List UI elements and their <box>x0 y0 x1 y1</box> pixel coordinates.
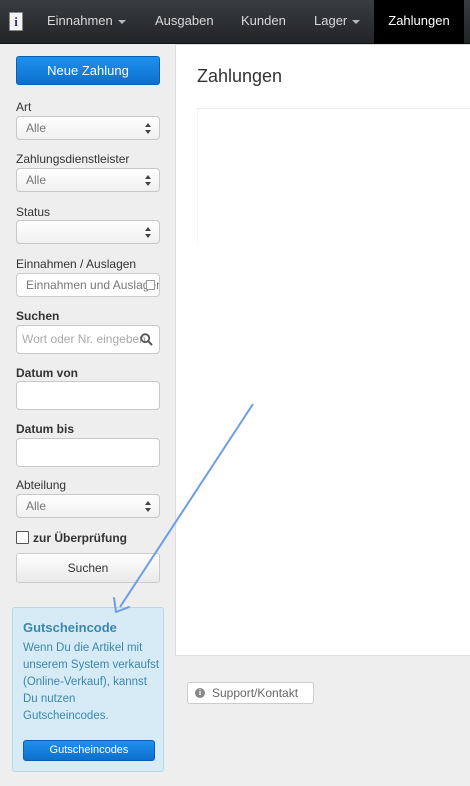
art-label: Art <box>16 100 32 114</box>
nav-item-lager[interactable]: Lager <box>314 0 361 44</box>
department-select[interactable]: Alle <box>16 494 160 518</box>
main-panel: Zahlungen <box>175 44 470 656</box>
payments-content-area <box>197 108 470 243</box>
date-to-input[interactable] <box>16 438 160 467</box>
nav-item-kunden[interactable]: Kunden <box>241 0 286 44</box>
income-expense-select[interactable]: Einnahmen und Auslagen <box>16 273 160 297</box>
income-expense-select-value: Einnahmen und Auslagen <box>26 278 160 292</box>
search-button[interactable]: Suchen <box>16 553 160 583</box>
page-title: Zahlungen <box>197 66 283 86</box>
nav-item-label: Lager <box>314 13 348 28</box>
promo-text: Wenn Du die Artikel mit unserem System v… <box>23 642 160 722</box>
caret-down-icon <box>352 19 361 24</box>
income-expense-label: Einnahmen / Auslagen <box>16 257 137 271</box>
search-placeholder: Wort oder Nr. eingeben <box>22 332 146 346</box>
select-arrows-icon <box>145 227 152 238</box>
promo-title: Gutscheincode <box>23 620 117 635</box>
search-icon[interactable] <box>140 333 153 346</box>
provider-label: Zahlungsdienstleister <box>16 152 130 166</box>
copy-icon <box>146 280 155 290</box>
nav-item-label: Einnahmen <box>47 13 113 28</box>
nav-item-einnahmen[interactable]: Einnahmen <box>47 0 126 44</box>
select-arrows-icon <box>145 175 152 186</box>
date-from-input[interactable] <box>16 381 160 410</box>
sidebar: Neue Zahlung Art Alle Zahlungsdienstleis… <box>0 44 175 786</box>
voucher-codes-button[interactable]: Gutscheincodes <box>23 740 155 761</box>
department-select-value: Alle <box>26 499 47 513</box>
support-contact-button[interactable]: i Support/Kontakt <box>187 682 314 704</box>
provider-select[interactable]: Alle <box>16 168 160 192</box>
nav-item-label: Kunden <box>241 13 286 28</box>
brand-logo-icon[interactable]: i <box>9 12 23 31</box>
search-input[interactable]: Wort oder Nr. eingeben <box>16 325 160 354</box>
art-select[interactable]: Alle <box>16 116 160 140</box>
status-select[interactable] <box>16 220 160 244</box>
status-label: Status <box>16 205 51 219</box>
art-select-value: Alle <box>26 121 47 135</box>
provider-select-value: Alle <box>26 173 47 187</box>
review-checkbox[interactable] <box>16 531 29 544</box>
top-navbar: i Einnahmen Ausgaben Kunden Lager Zahlun… <box>0 0 470 44</box>
voucher-promo-box: Gutscheincode Wenn Du die Artikel mit un… <box>12 607 164 772</box>
search-label: Suchen <box>16 309 60 323</box>
department-label: Abteilung <box>16 478 67 492</box>
nav-item-zahlungen[interactable]: Zahlungen <box>374 0 464 44</box>
date-from-label: Datum von <box>16 366 79 380</box>
new-payment-button[interactable]: Neue Zahlung <box>16 56 160 85</box>
info-icon: i <box>195 688 205 698</box>
caret-down-icon <box>117 19 126 24</box>
review-checkbox-label[interactable]: zur Überprüfung <box>33 531 127 545</box>
nav-item-ausgaben[interactable]: Ausgaben <box>155 0 214 44</box>
nav-item-label: Zahlungen <box>388 13 450 28</box>
select-arrows-icon <box>145 501 152 512</box>
date-to-label: Datum bis <box>16 422 75 436</box>
support-contact-label: Support/Kontakt <box>212 686 299 700</box>
select-arrows-icon <box>145 123 152 134</box>
nav-item-label: Ausgaben <box>155 13 214 28</box>
